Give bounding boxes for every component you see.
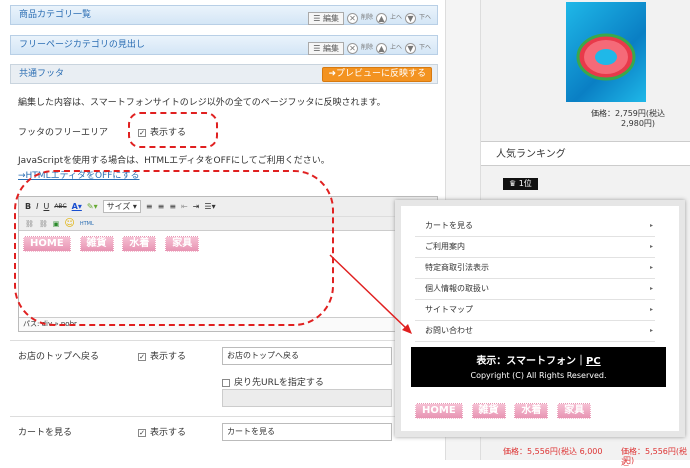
pointer-arrow-icon [329,254,412,334]
